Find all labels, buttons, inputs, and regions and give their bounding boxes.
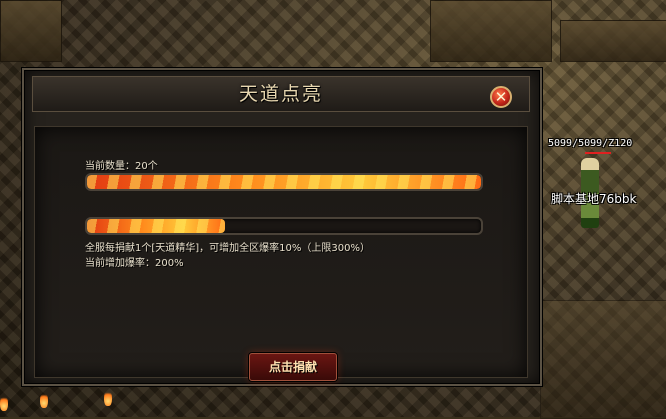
torch-flame-icon bbox=[40, 392, 48, 408]
stone-wall bbox=[560, 20, 666, 62]
donate-button[interactable]: 点击捐献 bbox=[249, 353, 337, 381]
dialog-title: 天道点亮 bbox=[238, 83, 323, 105]
current-rate-label: 当前增加爆率：200% bbox=[85, 258, 184, 269]
stone-wall bbox=[0, 0, 62, 62]
player-hp-bar bbox=[585, 152, 611, 154]
donate-progress-fill bbox=[87, 219, 225, 233]
count-progress-bar bbox=[85, 173, 483, 191]
torch-flame-icon bbox=[0, 395, 8, 411]
count-progress-fill bbox=[87, 175, 481, 189]
player-name-tag: 5099/5099/Z120 bbox=[548, 138, 633, 149]
donate-progress-bar bbox=[85, 217, 483, 235]
close-icon: ✕ bbox=[494, 88, 508, 106]
tiandao-dialog: 天道点亮 ✕ 当前数量：20个 全服每捐献1个[天道精华]，可增加全区爆率10%… bbox=[22, 68, 542, 386]
close-button[interactable]: ✕ bbox=[490, 86, 512, 108]
dialog-content: 当前数量：20个 全服每捐献1个[天道精华]，可增加全区爆率10%（上限300%… bbox=[34, 126, 528, 381]
stone-wall bbox=[430, 0, 552, 62]
player-character[interactable]: 5099/5099/Z120 脚本基地76bbk bbox=[545, 136, 665, 246]
donate-info-text: 全服每捐献1个[天道精华]，可增加全区爆率10%（上限300%） bbox=[85, 243, 370, 254]
stone-floor bbox=[540, 300, 666, 419]
dialog-titlebar: 天道点亮 bbox=[32, 76, 530, 112]
donate-button-label: 点击捐献 bbox=[268, 360, 317, 374]
player-guild-tag: 脚本基地76bbk bbox=[551, 192, 637, 206]
torch-flame-icon bbox=[104, 390, 112, 406]
current-count-label: 当前数量：20个 bbox=[85, 161, 158, 172]
